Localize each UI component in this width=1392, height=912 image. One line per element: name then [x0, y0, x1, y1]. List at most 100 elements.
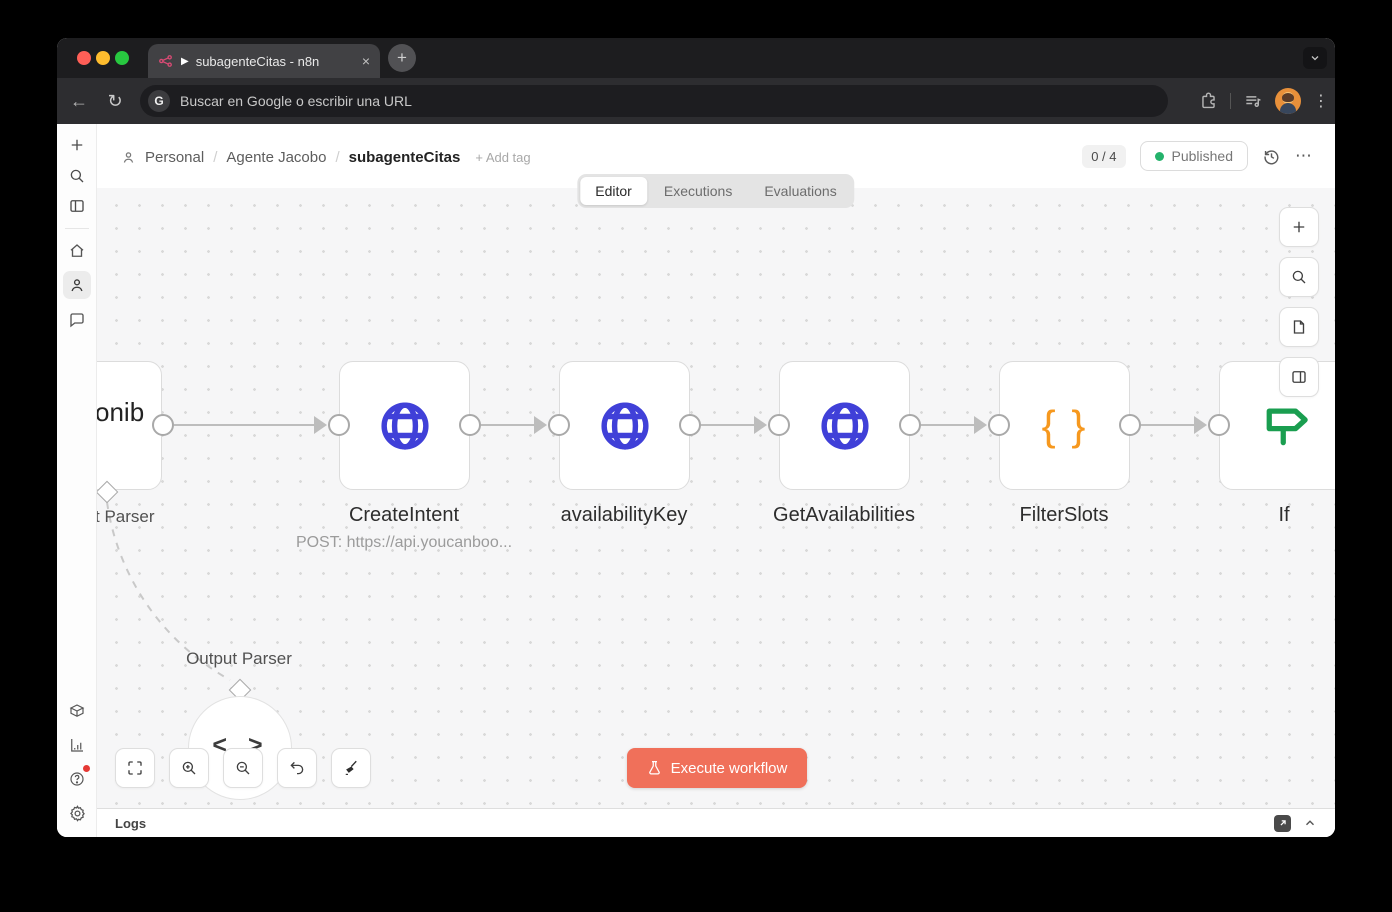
zoom-in-icon [180, 759, 198, 777]
window-maximize-button[interactable] [115, 51, 129, 65]
toolbar-divider [1230, 93, 1231, 109]
help-notification-dot [83, 765, 90, 772]
sidebar-item-settings[interactable] [65, 801, 89, 825]
left-sidebar [57, 124, 97, 837]
back-button[interactable]: ← [65, 91, 93, 112]
node-filterslots[interactable]: { } FilterSlots [999, 361, 1130, 490]
address-bar[interactable]: G Buscar en Google o escribir una URL [140, 85, 1168, 117]
open-logs-window-icon[interactable] [1274, 815, 1291, 832]
n8n-app: Personal / Agente Jacobo / subagenteCita… [57, 124, 1335, 837]
browser-menu-icon[interactable]: ⋮ [1313, 91, 1329, 111]
browser-tab[interactable]: ▶ subagenteCitas - n8n × [148, 44, 380, 78]
connection-line[interactable] [481, 424, 534, 426]
tab-editor[interactable]: Editor [580, 177, 647, 205]
add-node-button[interactable] [1279, 207, 1319, 247]
n8n-favicon-icon [158, 53, 174, 69]
workflow-canvas[interactable]: onib t Parser CreateIntent POST: https:/… [97, 188, 1335, 808]
input-handle[interactable] [328, 414, 350, 436]
search-nodes-button[interactable] [1279, 257, 1319, 297]
breadcrumb-folder[interactable]: Agente Jacobo [226, 149, 326, 166]
browser-toolbar: ← ↻ G Buscar en Google o escribir una UR… [57, 78, 1335, 124]
sticky-note-button[interactable] [1279, 307, 1319, 347]
output-handle[interactable] [679, 414, 701, 436]
connection-line[interactable] [1141, 424, 1194, 426]
reload-button[interactable]: ↻ [101, 91, 129, 112]
output-handle[interactable] [152, 414, 174, 436]
sidebar-item-personal[interactable] [63, 271, 91, 299]
fit-view-button[interactable] [115, 748, 155, 788]
window-close-button[interactable] [77, 51, 91, 65]
window-minimize-button[interactable] [96, 51, 110, 65]
sidebar-item-help[interactable] [65, 767, 89, 791]
toggle-panel-button[interactable] [1279, 357, 1319, 397]
workflow-name[interactable]: subagenteCitas [349, 149, 461, 166]
note-icon [1290, 318, 1308, 336]
broom-icon [342, 759, 360, 777]
version-history-icon[interactable] [1262, 147, 1281, 166]
connection-arrow [754, 416, 767, 434]
sidebar-toggle-icon[interactable] [65, 194, 89, 218]
workflow-menu-icon[interactable]: ⋯ [1295, 146, 1313, 166]
extensions-icon[interactable] [1199, 92, 1218, 111]
node-availabilitykey[interactable]: availabilityKey [559, 361, 690, 490]
breadcrumb-separator: / [213, 149, 217, 166]
tab-close-icon[interactable]: × [362, 53, 370, 69]
node-createintent[interactable]: CreateIntent POST: https://api.youcanboo… [339, 361, 470, 490]
http-request-globe-icon [376, 397, 434, 455]
connection-line[interactable] [921, 424, 974, 426]
browser-tabstrip: ▶ subagenteCitas - n8n × + [57, 38, 1335, 78]
sidebar-divider [65, 228, 89, 229]
header-actions: 0 / 4 Published ⋯ [1082, 140, 1313, 172]
input-handle[interactable] [988, 414, 1010, 436]
output-handle[interactable] [899, 414, 921, 436]
expand-logs-chevron-icon[interactable] [1303, 816, 1317, 830]
add-workflow-icon[interactable] [65, 133, 89, 157]
screen: ▶ subagenteCitas - n8n × + ← ↻ G Buscar … [0, 0, 1392, 912]
dashed-connection-output-parser [97, 188, 1335, 808]
undo-button[interactable] [277, 748, 317, 788]
breadcrumb-separator: / [335, 149, 339, 166]
flask-icon [647, 760, 662, 777]
code-braces-icon: { } [1042, 402, 1088, 450]
media-controls-icon[interactable] [1243, 91, 1263, 111]
connection-line[interactable] [174, 424, 314, 426]
http-request-globe-icon [816, 397, 874, 455]
zoom-in-button[interactable] [169, 748, 209, 788]
output-handle[interactable] [1119, 414, 1141, 436]
zoom-out-button[interactable] [223, 748, 263, 788]
add-tag-button[interactable]: + Add tag [475, 150, 530, 165]
undo-icon [288, 759, 306, 777]
published-toggle[interactable]: Published [1140, 141, 1249, 171]
logs-panel-header[interactable]: Logs [97, 808, 1335, 837]
tidy-up-button[interactable] [331, 748, 371, 788]
search-icon[interactable] [65, 164, 89, 188]
breadcrumb-project[interactable]: Personal [145, 149, 204, 166]
sidebar-item-chat[interactable] [65, 308, 89, 332]
output-handle[interactable] [459, 414, 481, 436]
connection-line[interactable] [701, 424, 754, 426]
plus-icon [1290, 218, 1308, 236]
project-icon [121, 150, 136, 165]
http-request-globe-icon [596, 397, 654, 455]
google-logo-icon: G [148, 90, 170, 112]
execute-workflow-button[interactable]: Execute workflow [627, 748, 807, 788]
node-label: If [1154, 504, 1335, 527]
input-handle[interactable] [1208, 414, 1230, 436]
node-subtitle: POST: https://api.youcanboo... [244, 534, 564, 552]
breadcrumb: Personal / Agente Jacobo / subagenteCita… [121, 144, 531, 170]
address-placeholder: Buscar en Google o escribir una URL [180, 93, 412, 109]
connection-arrow [314, 416, 327, 434]
browser-window: ▶ subagenteCitas - n8n × + ← ↻ G Buscar … [57, 38, 1335, 837]
sidebar-item-insights[interactable] [65, 733, 89, 757]
sidebar-item-templates[interactable] [65, 699, 89, 723]
input-handle[interactable] [768, 414, 790, 436]
tab-search-button[interactable] [1303, 47, 1327, 69]
node-agent[interactable]: onib [97, 361, 162, 490]
node-getavailabilities[interactable]: GetAvailabilities [779, 361, 910, 490]
sidebar-item-home[interactable] [65, 239, 89, 263]
tab-evaluations[interactable]: Evaluations [749, 177, 851, 205]
profile-avatar[interactable] [1275, 88, 1301, 114]
new-tab-button[interactable]: + [388, 44, 416, 72]
tab-executions[interactable]: Executions [649, 177, 747, 205]
input-handle[interactable] [548, 414, 570, 436]
